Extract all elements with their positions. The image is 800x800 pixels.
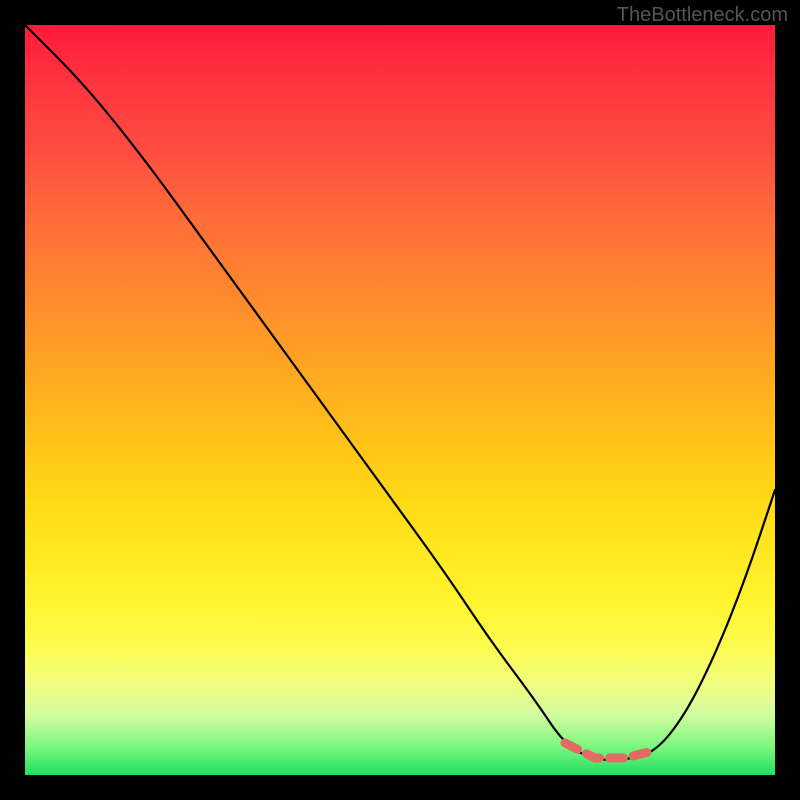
bottleneck-curve-svg [25, 25, 775, 775]
watermark-text: TheBottleneck.com [617, 4, 788, 27]
bottleneck-curve [25, 25, 775, 760]
plot-area [25, 25, 775, 775]
optimal-region-highlight [565, 743, 655, 758]
